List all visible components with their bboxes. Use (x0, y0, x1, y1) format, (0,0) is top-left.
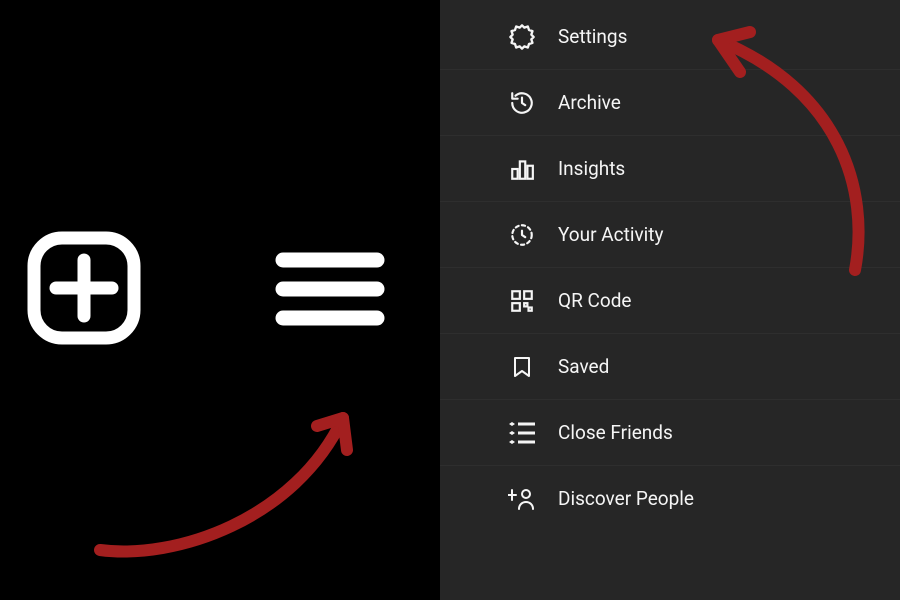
menu-item-label: Settings (558, 25, 627, 48)
menu-item-label: Saved (558, 355, 609, 378)
menu-item-your-activity[interactable]: Your Activity (440, 201, 900, 267)
menu-item-settings[interactable]: Settings (440, 4, 900, 69)
menu-item-label: Archive (558, 91, 621, 114)
archive-icon (508, 89, 536, 117)
menu-item-label: QR Code (558, 289, 632, 312)
insights-icon (508, 155, 536, 183)
menu-item-qr-code[interactable]: QR Code (440, 267, 900, 333)
hamburger-menu-icon (275, 313, 385, 332)
your-activity-icon (508, 221, 536, 249)
menu-item-label: Your Activity (558, 223, 663, 246)
profile-header-area (0, 0, 440, 600)
hamburger-menu-button[interactable] (275, 250, 385, 332)
saved-icon (508, 353, 536, 381)
create-post-button[interactable] (26, 230, 142, 350)
menu-item-close-friends[interactable]: Close Friends (440, 399, 900, 465)
menu-item-saved[interactable]: Saved (440, 333, 900, 399)
menu-item-discover-people[interactable]: Discover People (440, 465, 900, 531)
menu-item-archive[interactable]: Archive (440, 69, 900, 135)
options-menu-panel: Settings Archive Insights (440, 0, 900, 600)
close-friends-icon (508, 419, 536, 447)
discover-people-icon (508, 485, 536, 513)
annotation-arrow-to-hamburger (85, 370, 405, 570)
menu-item-insights[interactable]: Insights (440, 135, 900, 201)
create-post-icon (26, 331, 142, 350)
menu-item-label: Discover People (558, 487, 694, 510)
qr-code-icon (508, 287, 536, 315)
menu-item-label: Insights (558, 157, 625, 180)
settings-icon (508, 23, 536, 51)
menu-item-label: Close Friends (558, 421, 673, 444)
